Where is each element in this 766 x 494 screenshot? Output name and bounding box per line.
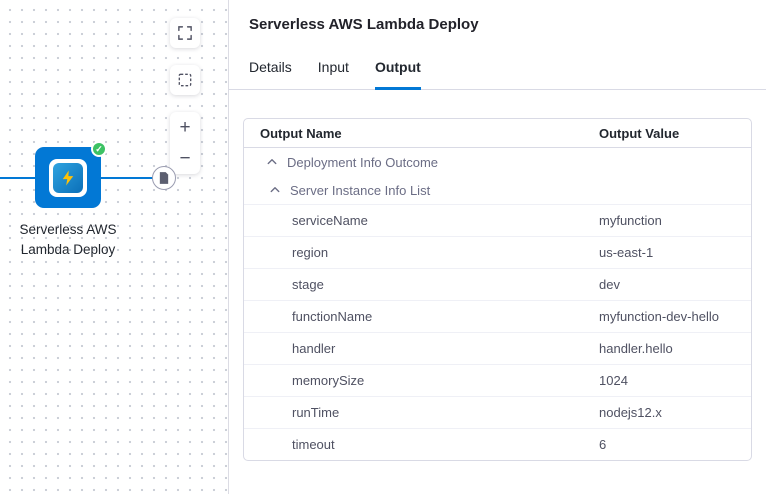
output-name: timeout <box>244 437 599 452</box>
tab-output[interactable]: Output <box>375 59 421 90</box>
table-row: serviceName myfunction <box>244 204 751 236</box>
output-value: myfunction-dev-hello <box>599 309 751 324</box>
tab-input[interactable]: Input <box>318 59 349 90</box>
output-name: memorySize <box>244 373 599 388</box>
zoom-in-button[interactable]: + <box>170 112 200 143</box>
success-check-badge: ✓ <box>91 141 107 157</box>
output-name-header: Output Name <box>244 126 599 141</box>
output-name: handler <box>244 341 599 356</box>
chevron-up-icon <box>266 156 278 168</box>
table-row: stage dev <box>244 268 751 300</box>
output-value: dev <box>599 277 751 292</box>
output-value: 1024 <box>599 373 751 388</box>
panel-title: Serverless AWS Lambda Deploy <box>229 0 766 33</box>
group-row-server-instance-info-list[interactable]: Server Instance Info List <box>244 176 751 204</box>
group-label: Server Instance Info List <box>290 183 430 198</box>
tab-bar: Details Input Output <box>229 59 766 90</box>
pipeline-canvas[interactable]: ✓ Serverless AWS Lambda Deploy + − <box>0 0 228 494</box>
table-row: handler handler.hello <box>244 332 751 364</box>
table-row: runTime nodejs12.x <box>244 396 751 428</box>
output-name: stage <box>244 277 599 292</box>
lambda-step-icon <box>49 159 87 197</box>
output-value: 6 <box>599 437 751 452</box>
table-header-row: Output Name Output Value <box>244 119 751 148</box>
document-icon <box>159 172 169 184</box>
fullscreen-button[interactable] <box>170 18 200 48</box>
tab-details[interactable]: Details <box>249 59 292 90</box>
plus-icon: + <box>179 118 190 137</box>
output-value: myfunction <box>599 213 751 228</box>
pipeline-node-serverless-aws-lambda-deploy[interactable]: ✓ <box>35 147 101 208</box>
output-name: runTime <box>244 405 599 420</box>
fullscreen-icon <box>178 26 192 40</box>
table-row: timeout 6 <box>244 428 751 460</box>
zoom-controls: + − <box>170 112 200 174</box>
table-row: functionName myfunction-dev-hello <box>244 300 751 332</box>
step-connector-node[interactable] <box>152 166 176 190</box>
marquee-select-icon <box>178 73 192 87</box>
chevron-up-icon <box>269 184 281 196</box>
marquee-select-button[interactable] <box>170 65 200 95</box>
output-value-header: Output Value <box>599 126 751 141</box>
step-details-panel: Serverless AWS Lambda Deploy Details Inp… <box>228 0 766 494</box>
zoom-out-button[interactable]: − <box>170 143 200 174</box>
check-icon: ✓ <box>95 144 103 155</box>
minus-icon: − <box>179 149 190 168</box>
output-value: nodejs12.x <box>599 405 751 420</box>
group-label: Deployment Info Outcome <box>287 155 438 170</box>
group-row-deployment-info-outcome[interactable]: Deployment Info Outcome <box>244 148 751 176</box>
output-table: Output Name Output Value Deployment Info… <box>243 118 752 461</box>
output-value: us-east-1 <box>599 245 751 260</box>
output-name: region <box>244 245 599 260</box>
lightning-bolt-icon <box>59 169 77 187</box>
output-name: functionName <box>244 309 599 324</box>
table-row: memorySize 1024 <box>244 364 751 396</box>
node-label: Serverless AWS Lambda Deploy <box>9 220 127 261</box>
table-row: region us-east-1 <box>244 236 751 268</box>
output-name: serviceName <box>244 213 599 228</box>
output-value: handler.hello <box>599 341 751 356</box>
